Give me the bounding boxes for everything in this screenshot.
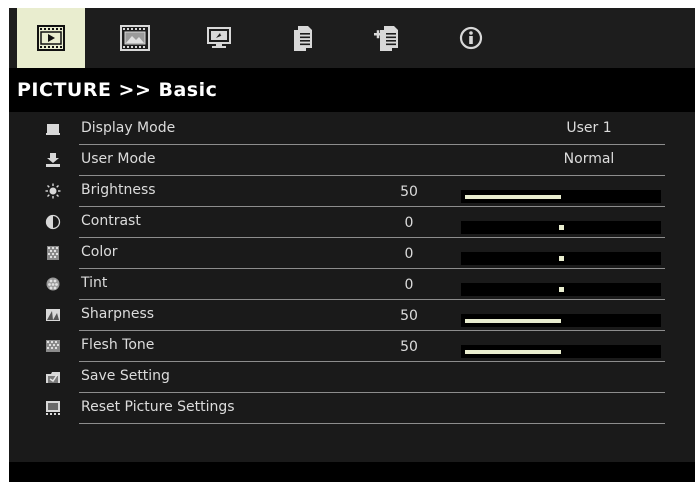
contrast-icon: [45, 214, 61, 230]
tab-information[interactable]: [437, 8, 505, 68]
menu-item-label: Save Setting: [81, 368, 170, 384]
display-tab-icon: [120, 25, 150, 51]
menu-item-user-mode[interactable]: User Mode Normal: [9, 145, 695, 176]
slider-fill: [465, 319, 561, 323]
slider-fill: [465, 350, 561, 354]
slider-fill: [559, 225, 564, 230]
brightness-slider[interactable]: [461, 190, 661, 203]
page-title: PICTURE >> Basic: [9, 68, 695, 112]
menu-item-label: Color: [81, 244, 118, 260]
contrast-slider[interactable]: [461, 221, 661, 234]
menu-item-color[interactable]: Color 0: [9, 238, 695, 269]
color-slider[interactable]: [461, 252, 661, 265]
slider-fill: [465, 195, 561, 199]
tint-value: 0: [404, 277, 414, 293]
menu-item-sharpness[interactable]: Sharpness 50: [9, 300, 695, 331]
menu-tab-bar: [9, 8, 695, 68]
menu-item-display-mode[interactable]: Display Mode User 1: [9, 114, 695, 145]
contrast-value: 0: [404, 215, 414, 231]
menu-item-label: Reset Picture Settings: [81, 399, 235, 415]
user-mode-value: Normal: [563, 151, 615, 167]
options-tab-icon: [292, 24, 314, 52]
tint-slider[interactable]: [461, 283, 661, 296]
menu-item-contrast[interactable]: Contrast 0: [9, 207, 695, 238]
setup-tab-icon: [206, 26, 232, 50]
menu-item-label: User Mode: [81, 151, 156, 167]
user-mode-icon: [45, 152, 61, 168]
display-mode-value: User 1: [566, 120, 612, 136]
menu-item-label: Tint: [81, 275, 108, 291]
picture-tab-icon: [37, 25, 65, 51]
menu-item-label: Flesh Tone: [81, 337, 155, 353]
tab-picture[interactable]: [17, 8, 85, 68]
osd-menu: PICTURE >> Basic Display Mode User 1 Use…: [9, 8, 695, 482]
save-setting-icon: [45, 369, 61, 385]
menu-item-brightness[interactable]: Brightness 50: [9, 176, 695, 207]
color-icon: [45, 245, 61, 261]
sharpness-value: 50: [400, 308, 418, 324]
footer-bar: [9, 462, 695, 482]
information-tab-icon: [459, 26, 483, 50]
advanced-options-tab-icon: [374, 24, 400, 52]
reset-picture-settings-icon: [45, 400, 61, 416]
slider-fill: [559, 287, 564, 292]
brightness-icon: [45, 183, 61, 199]
menu-item-label: Sharpness: [81, 306, 155, 322]
menu-item-label: Display Mode: [81, 120, 176, 136]
color-value: 0: [404, 246, 414, 262]
flesh-tone-value: 50: [400, 339, 418, 355]
flesh-tone-slider[interactable]: [461, 345, 661, 358]
row-divider: [79, 423, 665, 424]
tab-options[interactable]: [269, 8, 337, 68]
flesh-tone-icon: [45, 338, 61, 354]
sharpness-icon: [45, 307, 61, 323]
menu-item-label: Brightness: [81, 182, 156, 198]
tab-advanced-options[interactable]: [353, 8, 421, 68]
sharpness-slider[interactable]: [461, 314, 661, 327]
menu-item-flesh-tone[interactable]: Flesh Tone 50: [9, 331, 695, 362]
tint-icon: [45, 276, 61, 292]
slider-fill: [559, 256, 564, 261]
display-mode-icon: [45, 121, 61, 137]
menu-item-save-setting[interactable]: Save Setting: [9, 362, 695, 393]
brightness-value: 50: [400, 184, 418, 200]
menu-item-label: Contrast: [81, 213, 141, 229]
tab-setup[interactable]: [185, 8, 253, 68]
menu-item-reset-picture-settings[interactable]: Reset Picture Settings: [9, 393, 695, 424]
tab-display[interactable]: [101, 8, 169, 68]
menu-item-tint[interactable]: Tint 0: [9, 269, 695, 300]
